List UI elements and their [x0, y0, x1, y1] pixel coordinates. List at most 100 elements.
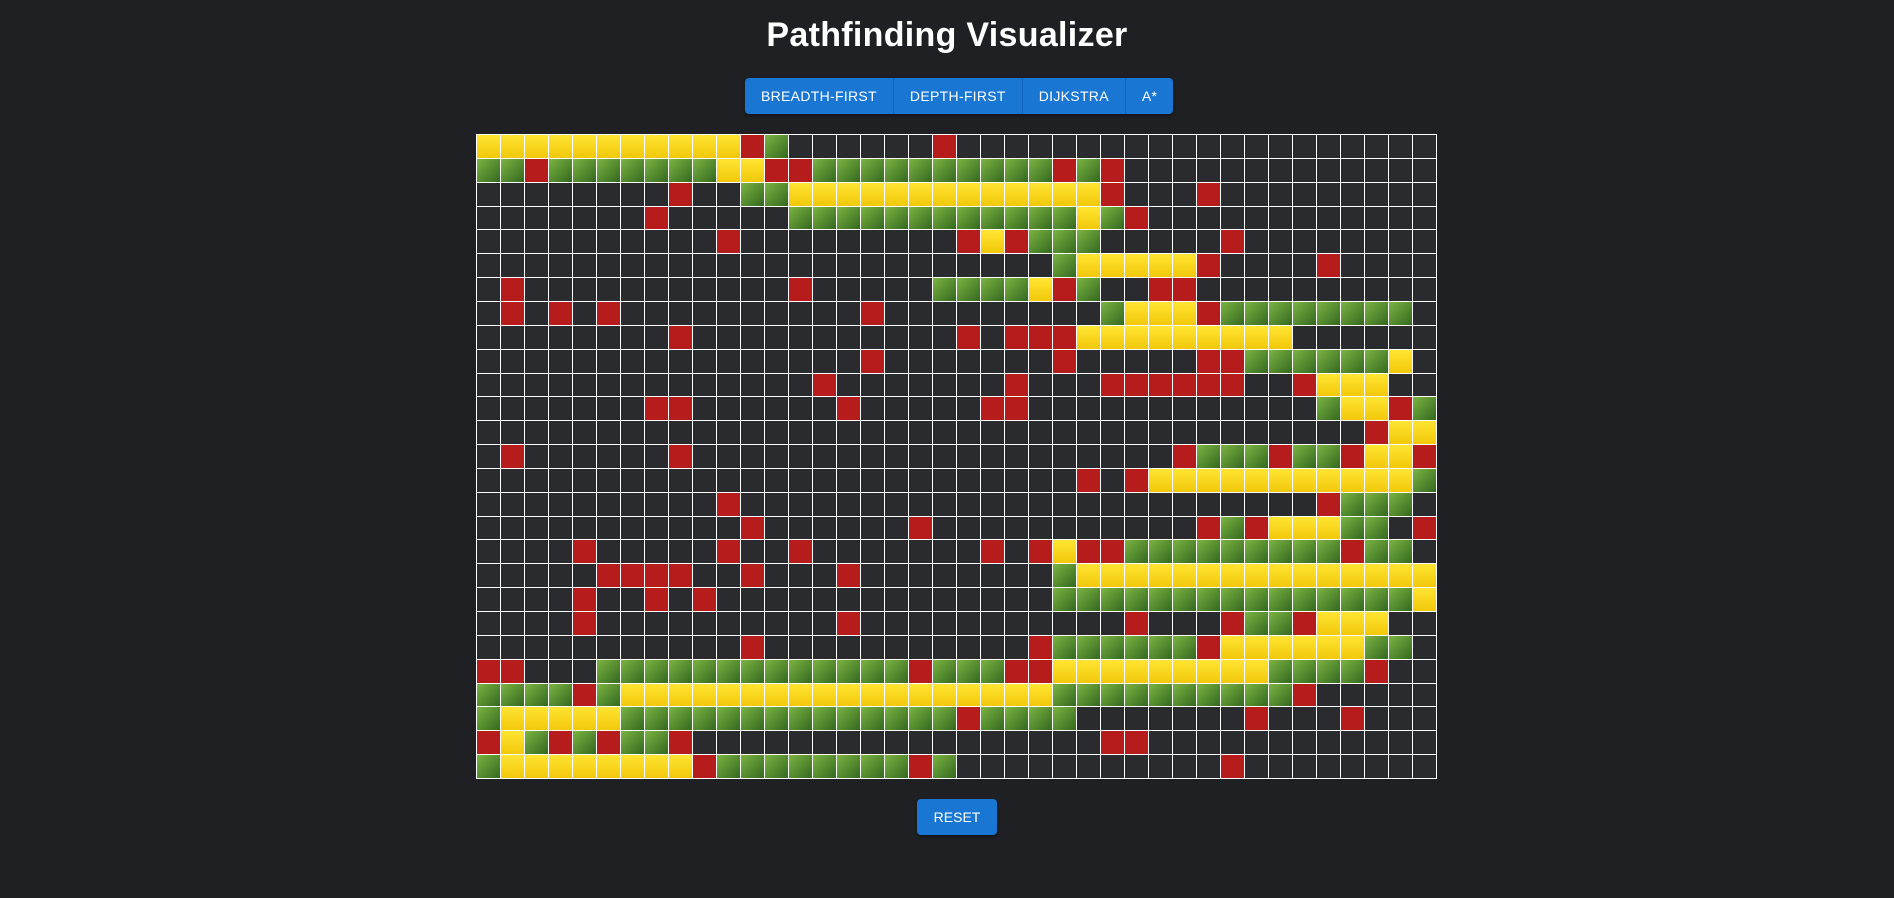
wall-cell[interactable]: [1293, 612, 1316, 635]
visited-cell[interactable]: [1005, 278, 1028, 301]
empty-cell[interactable]: [1173, 182, 1196, 206]
wall-cell[interactable]: [957, 325, 980, 349]
path-cell[interactable]: [1221, 564, 1244, 588]
wall-cell[interactable]: [525, 158, 548, 182]
empty-cell[interactable]: [621, 254, 644, 278]
visited-cell[interactable]: [1053, 588, 1076, 612]
empty-cell[interactable]: [1101, 612, 1124, 635]
empty-cell[interactable]: [1221, 492, 1244, 516]
wall-cell[interactable]: [501, 301, 524, 325]
empty-cell[interactable]: [597, 182, 620, 206]
empty-cell[interactable]: [1293, 707, 1316, 731]
empty-cell[interactable]: [909, 373, 932, 397]
empty-cell[interactable]: [597, 278, 620, 301]
empty-cell[interactable]: [909, 325, 932, 349]
empty-cell[interactable]: [549, 516, 572, 540]
empty-cell[interactable]: [741, 731, 764, 755]
empty-cell[interactable]: [669, 492, 692, 516]
empty-cell[interactable]: [693, 421, 716, 445]
empty-cell[interactable]: [933, 301, 956, 325]
empty-cell[interactable]: [909, 731, 932, 755]
empty-cell[interactable]: [621, 182, 644, 206]
empty-cell[interactable]: [837, 349, 860, 373]
empty-cell[interactable]: [1173, 516, 1196, 540]
empty-cell[interactable]: [573, 564, 596, 588]
empty-cell[interactable]: [885, 421, 908, 445]
empty-cell[interactable]: [981, 588, 1004, 612]
empty-cell[interactable]: [1293, 421, 1316, 445]
visited-cell[interactable]: [717, 755, 740, 778]
path-cell[interactable]: [1125, 254, 1148, 278]
empty-cell[interactable]: [1317, 135, 1340, 158]
empty-cell[interactable]: [861, 540, 884, 564]
empty-cell[interactable]: [765, 373, 788, 397]
empty-cell[interactable]: [789, 468, 812, 492]
path-cell[interactable]: [813, 683, 836, 707]
empty-cell[interactable]: [693, 373, 716, 397]
empty-cell[interactable]: [1101, 421, 1124, 445]
empty-cell[interactable]: [1029, 397, 1052, 421]
empty-cell[interactable]: [1125, 492, 1148, 516]
path-cell[interactable]: [1077, 206, 1100, 230]
visited-cell[interactable]: [1005, 158, 1028, 182]
empty-cell[interactable]: [885, 540, 908, 564]
visited-cell[interactable]: [909, 206, 932, 230]
empty-cell[interactable]: [669, 230, 692, 254]
wall-cell[interactable]: [1293, 683, 1316, 707]
empty-cell[interactable]: [813, 468, 836, 492]
empty-cell[interactable]: [1341, 755, 1364, 778]
empty-cell[interactable]: [549, 468, 572, 492]
breadth-first-button[interactable]: BREADTH-FIRST: [745, 78, 894, 114]
visited-cell[interactable]: [981, 206, 1004, 230]
empty-cell[interactable]: [1077, 421, 1100, 445]
visited-cell[interactable]: [933, 158, 956, 182]
visited-cell[interactable]: [1077, 588, 1100, 612]
empty-cell[interactable]: [1197, 707, 1220, 731]
empty-cell[interactable]: [837, 325, 860, 349]
path-cell[interactable]: [645, 135, 668, 158]
visited-cell[interactable]: [1389, 301, 1412, 325]
visited-cell[interactable]: [1317, 659, 1340, 683]
wall-cell[interactable]: [477, 659, 500, 683]
path-cell[interactable]: [693, 135, 716, 158]
visited-cell[interactable]: [693, 707, 716, 731]
empty-cell[interactable]: [885, 278, 908, 301]
empty-cell[interactable]: [861, 254, 884, 278]
empty-cell[interactable]: [933, 468, 956, 492]
empty-cell[interactable]: [1149, 755, 1172, 778]
wall-cell[interactable]: [1053, 278, 1076, 301]
visited-cell[interactable]: [1245, 349, 1268, 373]
empty-cell[interactable]: [1317, 683, 1340, 707]
path-cell[interactable]: [1341, 564, 1364, 588]
visited-cell[interactable]: [1077, 683, 1100, 707]
empty-cell[interactable]: [1149, 135, 1172, 158]
empty-cell[interactable]: [525, 325, 548, 349]
wall-cell[interactable]: [909, 755, 932, 778]
empty-cell[interactable]: [981, 254, 1004, 278]
wall-cell[interactable]: [1101, 731, 1124, 755]
visited-cell[interactable]: [861, 206, 884, 230]
empty-cell[interactable]: [957, 731, 980, 755]
empty-cell[interactable]: [1269, 755, 1292, 778]
visited-cell[interactable]: [1269, 540, 1292, 564]
path-cell[interactable]: [1101, 254, 1124, 278]
empty-cell[interactable]: [813, 516, 836, 540]
visited-cell[interactable]: [1101, 588, 1124, 612]
wall-cell[interactable]: [957, 230, 980, 254]
empty-cell[interactable]: [1293, 325, 1316, 349]
empty-cell[interactable]: [717, 182, 740, 206]
empty-cell[interactable]: [477, 397, 500, 421]
empty-cell[interactable]: [1125, 158, 1148, 182]
empty-cell[interactable]: [933, 492, 956, 516]
visited-cell[interactable]: [621, 659, 644, 683]
empty-cell[interactable]: [549, 564, 572, 588]
empty-cell[interactable]: [669, 540, 692, 564]
empty-cell[interactable]: [885, 516, 908, 540]
path-cell[interactable]: [573, 135, 596, 158]
empty-cell[interactable]: [1413, 540, 1436, 564]
empty-cell[interactable]: [789, 397, 812, 421]
visited-cell[interactable]: [621, 731, 644, 755]
empty-cell[interactable]: [1053, 373, 1076, 397]
empty-cell[interactable]: [693, 468, 716, 492]
empty-cell[interactable]: [597, 230, 620, 254]
